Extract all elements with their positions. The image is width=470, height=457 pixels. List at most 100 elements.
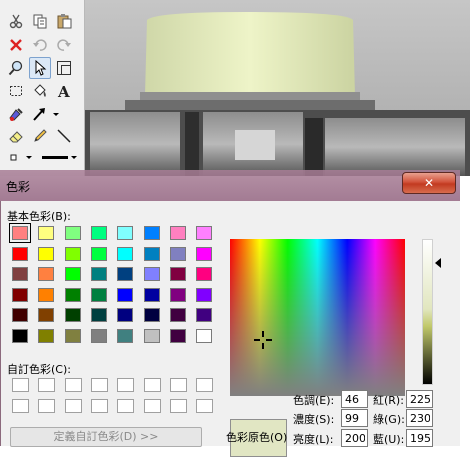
basic-color-swatch[interactable] — [169, 246, 186, 261]
basic-color-swatch[interactable] — [196, 287, 213, 302]
hue-label: 色調(E): — [293, 394, 335, 407]
basic-color-swatch[interactable] — [12, 308, 28, 323]
border-style-dropdown[interactable] — [5, 146, 37, 168]
custom-color-slot[interactable] — [169, 398, 187, 413]
eraser-icon[interactable] — [5, 125, 27, 147]
basic-color-swatch[interactable] — [143, 308, 160, 323]
custom-color-slot[interactable] — [64, 378, 82, 392]
custom-color-slot[interactable] — [64, 398, 82, 413]
basic-color-swatch[interactable] — [64, 267, 81, 282]
blue-field[interactable] — [406, 429, 433, 447]
crosshair-icon — [254, 331, 272, 349]
delete-icon[interactable] — [5, 34, 27, 56]
custom-color-slot[interactable] — [143, 378, 161, 392]
define-custom-colors-button[interactable]: 定義自訂色彩(D) >> — [10, 427, 202, 447]
basic-color-swatch[interactable] — [90, 267, 107, 282]
basic-color-swatch[interactable] — [169, 308, 186, 323]
basic-color-swatch[interactable] — [90, 226, 107, 240]
saturation-label: 濃度(S): — [293, 413, 335, 426]
custom-color-slot[interactable] — [12, 398, 29, 413]
basic-color-swatch[interactable] — [38, 287, 55, 302]
paste-icon[interactable] — [53, 10, 75, 32]
basic-color-swatch[interactable] — [169, 267, 186, 282]
basic-color-swatch[interactable] — [64, 308, 81, 323]
custom-color-slot[interactable] — [143, 398, 161, 413]
custom-color-slot[interactable] — [38, 398, 56, 413]
color-picker-icon[interactable] — [5, 103, 27, 125]
basic-color-swatch[interactable] — [9, 223, 31, 243]
custom-color-slot[interactable] — [38, 378, 56, 392]
basic-color-swatch[interactable] — [90, 308, 107, 323]
custom-color-slot[interactable] — [117, 378, 135, 392]
luminance-arrow-icon[interactable] — [435, 258, 441, 269]
basic-color-swatch[interactable] — [90, 329, 107, 343]
select-icon[interactable] — [29, 57, 51, 79]
text-icon[interactable]: A — [53, 80, 75, 102]
basic-color-swatch[interactable] — [169, 287, 186, 302]
zoom-icon[interactable] — [5, 57, 27, 79]
basic-color-swatch[interactable] — [64, 246, 81, 261]
basic-color-swatch[interactable] — [143, 329, 160, 343]
basic-color-swatch[interactable] — [117, 267, 134, 282]
basic-color-swatch[interactable] — [64, 329, 81, 343]
line-width-dropdown[interactable] — [39, 146, 81, 168]
basic-color-swatch[interactable] — [38, 329, 55, 343]
custom-color-slot[interactable] — [196, 398, 214, 413]
green-field[interactable] — [406, 409, 433, 427]
basic-color-swatch[interactable] — [38, 308, 55, 323]
custom-color-slot[interactable] — [169, 378, 187, 392]
basic-color-swatch[interactable] — [90, 287, 107, 302]
basic-color-swatch[interactable] — [196, 226, 213, 240]
basic-color-swatch[interactable] — [64, 226, 81, 240]
basic-color-swatch[interactable] — [38, 267, 55, 282]
basic-color-swatch[interactable] — [196, 267, 213, 282]
basic-color-swatch[interactable] — [12, 246, 28, 261]
undo-icon[interactable] — [29, 34, 51, 56]
basic-color-swatch[interactable] — [196, 246, 213, 261]
hue-field[interactable] — [341, 390, 368, 408]
basic-color-swatch[interactable] — [117, 246, 134, 261]
saturation-field[interactable] — [341, 409, 368, 427]
line-icon[interactable] — [53, 125, 75, 147]
cut-icon[interactable] — [5, 10, 27, 32]
custom-color-slot[interactable] — [90, 398, 108, 413]
crop-icon[interactable] — [53, 57, 75, 79]
custom-color-slot[interactable] — [196, 378, 214, 392]
luminance-slider[interactable] — [422, 239, 433, 385]
green-label: 綠(G): — [373, 413, 405, 426]
basic-color-swatch[interactable] — [12, 329, 28, 343]
basic-color-swatch[interactable] — [143, 267, 160, 282]
basic-color-swatch[interactable] — [143, 226, 160, 240]
basic-color-swatch[interactable] — [117, 287, 134, 302]
basic-color-swatch[interactable] — [90, 246, 107, 261]
basic-color-swatch[interactable] — [12, 267, 28, 282]
red-field[interactable] — [406, 390, 433, 408]
arrow-icon[interactable] — [29, 103, 63, 125]
basic-color-swatch[interactable] — [117, 329, 134, 343]
basic-color-swatch[interactable] — [196, 308, 213, 323]
fill-icon[interactable] — [29, 80, 51, 102]
basic-color-swatch[interactable] — [143, 246, 160, 261]
basic-color-swatch[interactable] — [169, 329, 186, 343]
basic-color-swatch[interactable] — [64, 287, 81, 302]
close-button[interactable]: ✕ — [402, 172, 456, 194]
pencil-icon[interactable] — [29, 125, 51, 147]
custom-color-slot[interactable] — [117, 398, 135, 413]
basic-color-swatch[interactable] — [117, 226, 134, 240]
custom-color-slot[interactable] — [12, 378, 29, 392]
luminance-field[interactable] — [341, 429, 368, 447]
basic-color-swatch[interactable] — [38, 226, 55, 240]
preview-label[interactable]: 色彩原色(O) — [226, 429, 287, 445]
rect-select-icon[interactable] — [5, 80, 27, 102]
dialog-titlebar[interactable]: 色彩 ✕ — [0, 170, 460, 201]
custom-color-slot[interactable] — [90, 378, 108, 392]
basic-color-swatch[interactable] — [169, 226, 186, 240]
basic-color-swatch[interactable] — [196, 329, 213, 343]
basic-color-swatch[interactable] — [117, 308, 134, 323]
basic-color-swatch[interactable] — [143, 287, 160, 302]
color-spectrum[interactable] — [230, 239, 405, 396]
basic-color-swatch[interactable] — [38, 246, 55, 261]
copy-icon[interactable] — [29, 10, 51, 32]
basic-color-swatch[interactable] — [12, 287, 28, 302]
redo-icon[interactable] — [53, 34, 75, 56]
